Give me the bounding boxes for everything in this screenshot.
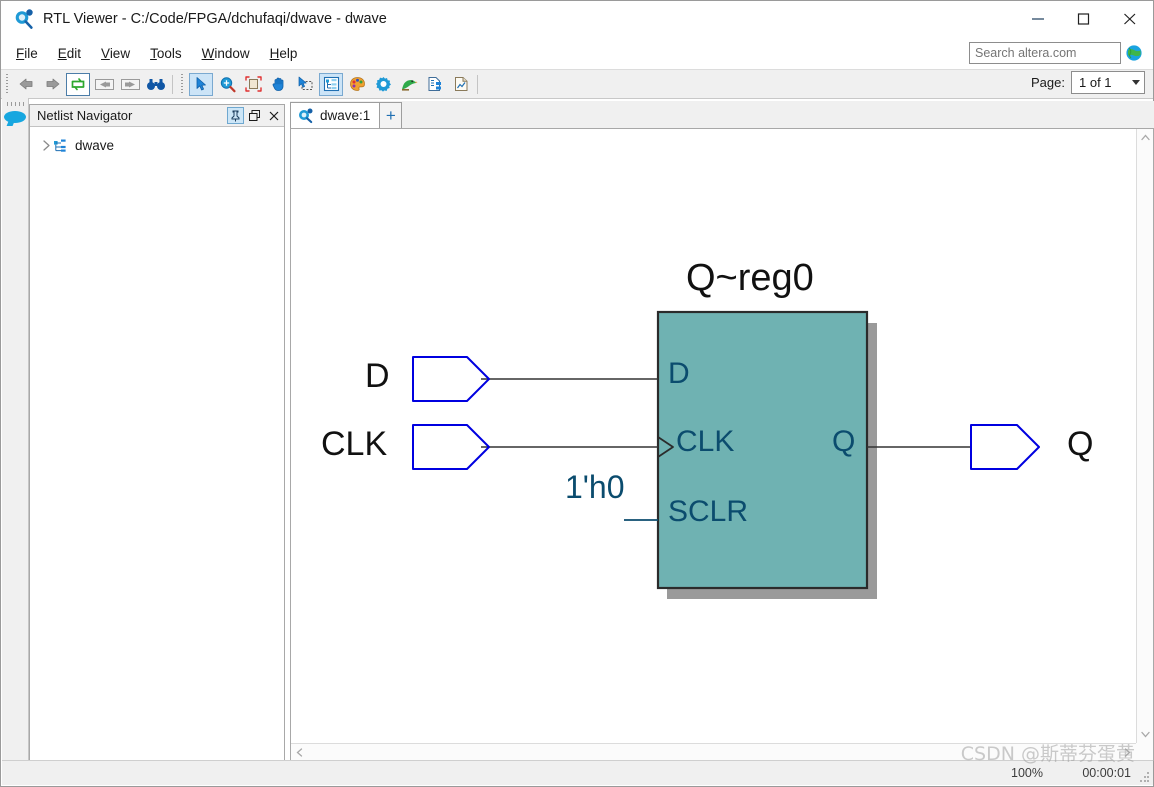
toolbar (1, 69, 1153, 99)
netlist-navigator-header: Netlist Navigator (30, 105, 284, 127)
back-arrow-icon[interactable] (14, 73, 38, 96)
output-port-q (970, 424, 1040, 470)
scroll-down-icon[interactable] (1137, 726, 1154, 743)
chevron-right-icon[interactable] (39, 138, 53, 152)
settings-gear-icon[interactable] (371, 73, 395, 96)
menu-edit[interactable]: Edit (49, 43, 90, 64)
page-value: 1 of 1 (1079, 75, 1112, 90)
resize-grip[interactable] (1139, 772, 1150, 783)
zoom-in-icon[interactable] (215, 73, 239, 96)
forward-arrow-icon[interactable] (40, 73, 64, 96)
netlist-tree: dwave (30, 127, 284, 760)
input-port-clk (412, 424, 490, 470)
toolbar-separator-2 (477, 74, 478, 94)
chevron-down-icon (1132, 80, 1140, 85)
tab-label: dwave:1 (320, 108, 371, 123)
horizontal-scrollbar[interactable] (291, 743, 1136, 760)
menu-view[interactable]: View (92, 43, 139, 64)
minimize-button[interactable] (1015, 1, 1061, 37)
rubber-band-select-icon[interactable] (293, 73, 317, 96)
scrollbar-corner (1136, 743, 1153, 760)
panel-title: Netlist Navigator (37, 108, 133, 123)
search-input[interactable] (969, 42, 1121, 64)
menu-file[interactable]: File (7, 43, 47, 64)
menu-window[interactable]: Window (193, 43, 259, 64)
next-page-icon[interactable] (118, 73, 142, 96)
report-icon[interactable] (449, 73, 473, 96)
scroll-up-icon[interactable] (1137, 129, 1154, 146)
tab-dwave-1[interactable]: dwave:1 (290, 102, 381, 128)
menu-tools[interactable]: Tools (141, 43, 191, 64)
rtl-viewer-window: RTL Viewer - C:/Code/FPGA/dchufaqi/dwave… (0, 0, 1154, 787)
rtl-viewer-icon (13, 9, 35, 29)
tree-item-dwave[interactable]: dwave (30, 134, 284, 156)
close-icon[interactable] (265, 107, 282, 124)
tree-item-label: dwave (75, 137, 115, 153)
scroll-left-icon[interactable] (291, 744, 308, 761)
close-button[interactable] (1107, 1, 1153, 37)
message-bubble-icon[interactable] (4, 111, 26, 127)
page-control: Page: 1 of 1 (1031, 71, 1145, 94)
bird-icon[interactable] (397, 73, 421, 96)
input-port-d (412, 356, 490, 402)
search-area (969, 42, 1143, 64)
window-title: RTL Viewer - C:/Code/FPGA/dchufaqi/dwave… (43, 11, 387, 27)
schematic-diagram (412, 310, 1040, 599)
toolbar-grip-2[interactable] (179, 74, 185, 94)
window-controls (1015, 1, 1153, 37)
scroll-right-icon[interactable] (1119, 744, 1136, 761)
pin-icon[interactable] (227, 107, 244, 124)
elapsed-time: 00:00:01 (1082, 766, 1131, 780)
tab-bar: dwave:1 + (290, 101, 1154, 128)
netlist-navigator-panel: Netlist Navigator dwave (29, 104, 285, 761)
page-label: Page: (1031, 75, 1065, 90)
netlist-node-icon (53, 138, 70, 153)
hierarchy-icon[interactable] (423, 73, 447, 96)
toolbar-separator (172, 74, 173, 94)
toolbar-grip[interactable] (4, 74, 10, 94)
pan-hand-icon[interactable] (267, 73, 291, 96)
left-dock-strip (2, 98, 29, 771)
dock-grip[interactable] (6, 102, 24, 106)
globe-icon[interactable] (1125, 44, 1143, 62)
title-bar: RTL Viewer - C:/Code/FPGA/dchufaqi/dwave… (1, 1, 1153, 37)
fit-to-page-icon[interactable] (241, 73, 265, 96)
zoom-level: 100% (1011, 766, 1043, 780)
schematic-canvas-container: Q~reg0 D CLK Q 1'h0 D CLK SCLR Q (290, 128, 1154, 761)
status-bar: 100% 00:00:01 (2, 760, 1153, 785)
refresh-icon[interactable] (66, 72, 90, 96)
select-cursor-icon[interactable] (189, 72, 213, 96)
vertical-scrollbar[interactable] (1136, 129, 1153, 743)
netlist-navigator-icon[interactable] (319, 72, 343, 96)
menu-help[interactable]: Help (261, 43, 307, 64)
page-select[interactable]: 1 of 1 (1071, 71, 1145, 94)
color-palette-icon[interactable] (345, 73, 369, 96)
add-tab-button[interactable]: + (380, 102, 403, 128)
previous-page-icon[interactable] (92, 73, 116, 96)
rtl-viewer-icon (297, 108, 314, 124)
maximize-button[interactable] (1061, 1, 1107, 37)
schematic-canvas[interactable]: Q~reg0 D CLK Q 1'h0 D CLK SCLR Q (291, 129, 1136, 743)
find-binoculars-icon[interactable] (144, 73, 168, 96)
float-icon[interactable] (246, 107, 263, 124)
register-block (656, 310, 869, 590)
